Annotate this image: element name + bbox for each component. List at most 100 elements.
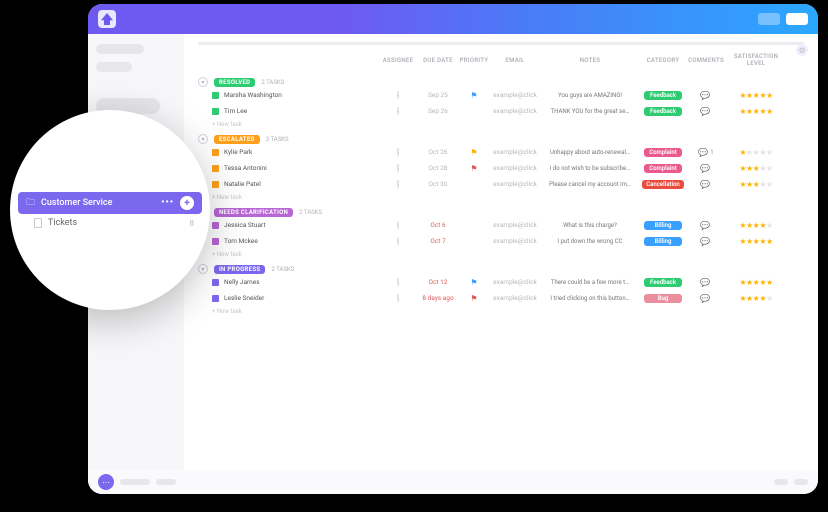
- satisfaction-stars[interactable]: ★★★★★: [726, 107, 786, 116]
- due-date[interactable]: Oct 7: [418, 237, 458, 245]
- comments-cell[interactable]: 💬1: [686, 148, 726, 157]
- status-pill[interactable]: IN PROGRESS: [214, 265, 265, 274]
- priority-flag-icon[interactable]: ⚑: [458, 148, 490, 157]
- satisfaction-stars[interactable]: ★★★★★: [726, 180, 786, 189]
- satisfaction-stars[interactable]: ★★★★★: [726, 164, 786, 173]
- assignee-avatar[interactable]: [397, 91, 399, 99]
- task-row[interactable]: Natalie PatelOct 30example@clickPlease c…: [198, 176, 804, 192]
- new-task-button[interactable]: + New task: [198, 121, 804, 128]
- new-task-button[interactable]: + New task: [198, 251, 804, 258]
- comments-cell[interactable]: 💬: [686, 164, 726, 173]
- notes-cell: There could be a few more t…: [540, 279, 640, 286]
- column-header[interactable]: DUE DATE: [418, 57, 458, 64]
- column-header[interactable]: NOTES: [540, 57, 640, 64]
- task-row[interactable]: Tom MckeeOct 7example@clickI put down th…: [198, 233, 804, 249]
- task-row[interactable]: Kylie ParkOct 26⚑example@clickUnhappy ab…: [198, 144, 804, 160]
- task-row[interactable]: Marsha WashingtonSep 25⚑example@clickYou…: [198, 87, 804, 103]
- satisfaction-stars[interactable]: ★★★★★: [726, 278, 786, 287]
- assignee-avatar[interactable]: [397, 164, 399, 172]
- status-square-icon: [212, 149, 219, 156]
- column-header[interactable]: ASSIGNEE: [378, 57, 418, 64]
- due-date[interactable]: Sep 26: [418, 107, 458, 115]
- folder-row[interactable]: 🗀 Customer Service ••• +: [18, 192, 202, 214]
- comments-cell[interactable]: 💬: [686, 107, 726, 116]
- status-pill[interactable]: ESCALATED: [214, 135, 260, 144]
- satisfaction-stars[interactable]: ★★★★★: [726, 148, 786, 157]
- category-tag[interactable]: Cancellation: [642, 180, 684, 189]
- priority-flag-icon[interactable]: ⚑: [458, 164, 490, 173]
- satisfaction-stars[interactable]: ★★★★★: [726, 237, 786, 246]
- chat-bubble-icon[interactable]: ⋯: [98, 474, 114, 490]
- due-date[interactable]: 8 days ago: [418, 294, 458, 302]
- comments-cell[interactable]: 💬: [686, 91, 726, 100]
- folder-add-button[interactable]: +: [180, 196, 194, 210]
- task-row[interactable]: Nelly JamesOct 12⚑example@clickThere cou…: [198, 274, 804, 290]
- status-square-icon: [212, 279, 219, 286]
- column-header[interactable]: EMAIL: [490, 57, 540, 64]
- assignee-avatar[interactable]: [397, 180, 399, 188]
- status-pill[interactable]: NEEDS CLARIFICATION: [214, 208, 293, 217]
- group-header[interactable]: ▾ESCALATED3 TASKS: [198, 134, 804, 144]
- comments-cell[interactable]: 💬: [686, 278, 726, 287]
- chevron-down-icon[interactable]: ▾: [198, 264, 208, 274]
- category-tag[interactable]: Billing: [644, 237, 682, 246]
- due-date[interactable]: Oct 28: [418, 164, 458, 172]
- task-row[interactable]: Leslie Sneider8 days ago⚑example@clickI …: [198, 290, 804, 306]
- list-row[interactable]: Tickets 8: [18, 214, 202, 228]
- chevron-down-icon[interactable]: ▾: [198, 134, 208, 144]
- category-tag[interactable]: Complaint: [644, 164, 682, 173]
- assignee-avatar[interactable]: [397, 294, 399, 302]
- satisfaction-stars[interactable]: ★★★★★: [726, 294, 786, 303]
- group-header[interactable]: ▾IN PROGRESS2 TASKS: [198, 264, 804, 274]
- assignee-avatar[interactable]: [397, 278, 399, 286]
- satisfaction-stars[interactable]: ★★★★★: [726, 91, 786, 100]
- column-header[interactable]: COMMENTS: [686, 57, 726, 64]
- group-header[interactable]: ▾NEEDS CLARIFICATION2 TASKS: [198, 207, 804, 217]
- category-tag[interactable]: Complaint: [644, 148, 682, 157]
- assignee-avatar[interactable]: [397, 107, 399, 115]
- category-tag[interactable]: Bug: [644, 294, 682, 303]
- bottom-placeholder: [794, 479, 808, 485]
- group-header[interactable]: ▾RESOLVED2 TASKS: [198, 77, 804, 87]
- comments-cell[interactable]: 💬: [686, 180, 726, 189]
- category-tag[interactable]: Billing: [644, 221, 682, 230]
- priority-flag-icon[interactable]: ⚑: [458, 91, 490, 100]
- folder-icon: 🗀: [26, 195, 35, 211]
- window-min-button[interactable]: [758, 13, 780, 25]
- due-date[interactable]: Sep 25: [418, 91, 458, 99]
- zoom-lens: 🗀 Customer Service ••• + Tickets 8: [10, 110, 210, 310]
- assignee-avatar[interactable]: [397, 221, 399, 229]
- folder-more-icon[interactable]: •••: [161, 198, 174, 208]
- assignee-avatar[interactable]: [397, 237, 399, 245]
- column-header[interactable]: SATISFACTION LEVEL: [726, 53, 786, 67]
- email-cell: example@click: [490, 91, 540, 99]
- column-header[interactable]: PRIORITY: [458, 57, 490, 64]
- new-task-button[interactable]: + New task: [198, 308, 804, 315]
- comments-cell[interactable]: 💬: [686, 221, 726, 230]
- task-row[interactable]: Jessica StuartOct 6example@clickWhat is …: [198, 217, 804, 233]
- comments-cell[interactable]: 💬: [686, 294, 726, 303]
- category-tag[interactable]: Feedback: [644, 278, 682, 287]
- task-row[interactable]: Tim LeeSep 26example@clickTHANK YOU for …: [198, 103, 804, 119]
- window-max-button[interactable]: [786, 13, 808, 25]
- settings-icon[interactable]: ⚙: [796, 44, 808, 56]
- chevron-down-icon[interactable]: ▾: [198, 77, 208, 87]
- due-date[interactable]: Oct 26: [418, 148, 458, 156]
- satisfaction-stars[interactable]: ★★★★★: [726, 221, 786, 230]
- category-tag[interactable]: Feedback: [644, 107, 682, 116]
- category-tag[interactable]: Feedback: [644, 91, 682, 100]
- priority-flag-icon[interactable]: ⚑: [458, 278, 490, 287]
- list-label: Tickets: [48, 218, 77, 228]
- new-task-button[interactable]: + New task: [198, 194, 804, 201]
- priority-flag-icon[interactable]: ⚑: [458, 294, 490, 303]
- column-header[interactable]: CATEGORY: [640, 57, 686, 64]
- due-date[interactable]: Oct 12: [418, 278, 458, 286]
- notes-cell: I tried clicking on this button…: [540, 295, 640, 302]
- comments-cell[interactable]: 💬: [686, 237, 726, 246]
- assignee-avatar[interactable]: [397, 148, 399, 156]
- due-date[interactable]: Oct 30: [418, 180, 458, 188]
- task-group: ▾IN PROGRESS2 TASKSNelly JamesOct 12⚑exa…: [198, 264, 804, 315]
- due-date[interactable]: Oct 6: [418, 221, 458, 229]
- status-pill[interactable]: RESOLVED: [214, 78, 255, 87]
- task-row[interactable]: Tessa AntoniniOct 28⚑example@clickI do n…: [198, 160, 804, 176]
